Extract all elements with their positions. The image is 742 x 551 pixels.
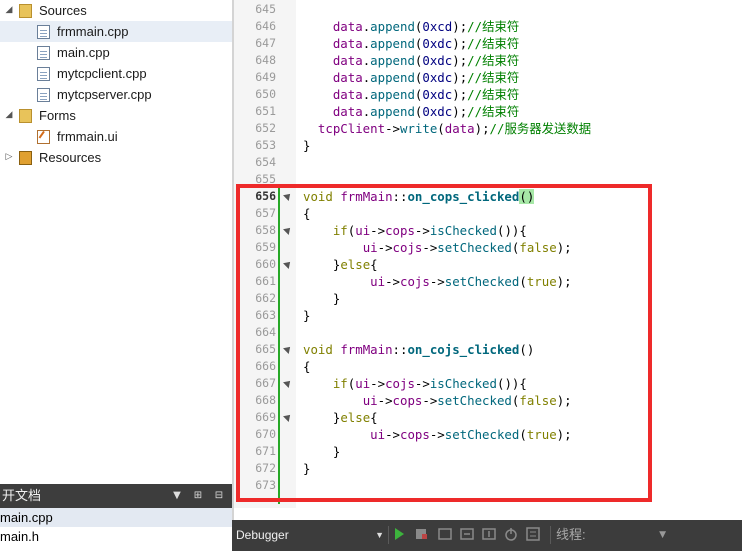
open-documents-title: 开文档 [2, 488, 42, 503]
tree-item-main-cpp[interactable]: main.cpp [0, 42, 232, 63]
code-line[interactable]: data.append(0xcd);//结束符 [303, 18, 519, 35]
code-line[interactable]: data.append(0xdc);//结束符 [303, 52, 519, 69]
editor-bottom-space [234, 508, 742, 520]
sources-folder-icon [19, 4, 32, 18]
tree-item-resources[interactable]: ▷ Resources [0, 147, 232, 168]
line-number: 653 [255, 138, 276, 152]
forms-folder-icon [19, 109, 32, 123]
step-into-icon[interactable] [460, 527, 474, 541]
tree-item-frmmain-cpp[interactable]: frmmain.cpp [0, 21, 232, 42]
debugger-toolbar: Debugger ▼ 线程: ▼ [232, 520, 742, 551]
expand-arrow-icon[interactable]: ◢ [4, 0, 14, 21]
cpp-file-icon [37, 67, 50, 81]
project-tree: ◢ Sources frmmain.cpp main.cpp mytcpclie… [0, 0, 232, 484]
collapse-arrow-icon[interactable]: ▷ [4, 147, 14, 168]
open-doc-main-cpp[interactable]: main.cpp [0, 508, 232, 527]
cpp-file-icon [37, 88, 50, 102]
highlight-annotation-box [236, 184, 652, 502]
restart-power-icon[interactable] [504, 527, 518, 541]
step-out-icon[interactable] [482, 527, 496, 541]
code-line[interactable]: } [303, 137, 310, 154]
line-number: 646 [255, 19, 276, 33]
code-line[interactable]: data.append(0xdc);//结束符 [303, 86, 519, 103]
toolbar-separator [388, 526, 389, 544]
line-number: 654 [255, 155, 276, 169]
close-panel-icon[interactable]: ⊟ [212, 489, 226, 503]
tree-item-mytcpserver-cpp[interactable]: mytcpserver.cpp [0, 84, 232, 105]
line-number: 649 [255, 70, 276, 84]
step-over-icon[interactable] [438, 527, 452, 541]
tree-item-sources[interactable]: ◢ Sources [0, 0, 232, 21]
chevron-down-icon: ▼ [659, 530, 666, 540]
thread-label: 线程: [556, 527, 586, 542]
split-view-icon[interactable]: ⊞ [190, 489, 206, 503]
cpp-file-icon [37, 25, 50, 39]
thread-select[interactable]: ▼ [586, 526, 666, 544]
dropdown-arrow-icon[interactable]: ▼ [172, 489, 182, 503]
tree-item-forms[interactable]: ◢ Forms [0, 105, 232, 126]
ui-form-file-icon [37, 130, 50, 144]
line-number: 647 [255, 36, 276, 50]
line-number: 645 [255, 2, 276, 16]
line-number: 652 [255, 121, 276, 135]
code-line[interactable]: tcpClient->write(data);//服务器发送数据 [303, 120, 591, 137]
line-number: 648 [255, 53, 276, 67]
debugger-mode-select[interactable]: Debugger ▼ [236, 526, 384, 544]
chevron-down-icon: ▼ [375, 530, 384, 540]
code-line[interactable]: data.append(0xdc);//结束符 [303, 69, 519, 86]
line-number: 650 [255, 87, 276, 101]
reverse-step-icon[interactable] [526, 527, 540, 541]
cpp-file-icon [37, 46, 50, 60]
resources-lock-icon [19, 151, 32, 165]
code-line[interactable]: data.append(0xdc);//结束符 [303, 103, 519, 120]
line-number: 651 [255, 104, 276, 118]
tree-item-frmmain-ui[interactable]: frmmain.ui [0, 126, 232, 147]
open-doc-main-h[interactable]: main.h [0, 527, 232, 546]
open-documents-header: 开文档 ▼ ⊞ ⊟ [0, 484, 232, 508]
stop-debugger-icon[interactable] [414, 527, 428, 541]
tree-item-mytcpclient-cpp[interactable]: mytcpclient.cpp [0, 63, 232, 84]
continue-run-icon[interactable] [392, 527, 406, 541]
code-line[interactable]: data.append(0xdc);//结束符 [303, 35, 519, 52]
expand-arrow-icon[interactable]: ◢ [4, 105, 14, 126]
toolbar-separator [550, 526, 551, 544]
open-documents-list: main.cpp main.h [0, 508, 232, 551]
